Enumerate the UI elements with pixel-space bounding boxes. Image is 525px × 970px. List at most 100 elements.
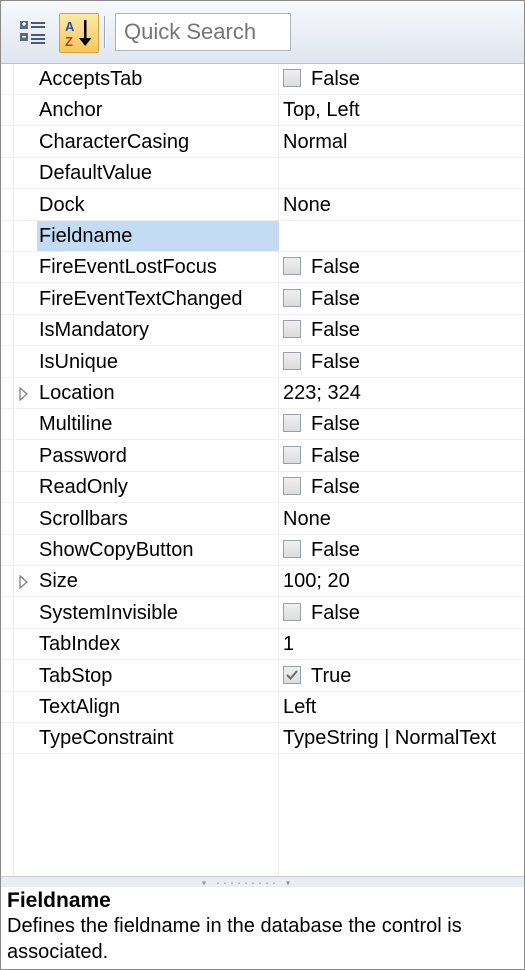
checkbox-unchecked-icon[interactable] bbox=[283, 352, 301, 370]
property-row[interactable]: DefaultValue bbox=[1, 158, 524, 189]
property-value[interactable]: False bbox=[283, 441, 360, 471]
property-value[interactable]: Top, Left bbox=[283, 95, 360, 125]
property-value[interactable]: 1 bbox=[283, 629, 294, 659]
property-name: Fieldname bbox=[37, 221, 279, 251]
property-row[interactable]: TabStop True bbox=[1, 661, 524, 692]
property-value[interactable]: False bbox=[283, 315, 360, 345]
property-name: Multiline bbox=[39, 413, 113, 435]
property-value[interactable]: None bbox=[283, 504, 331, 534]
property-value-text: False bbox=[311, 256, 360, 278]
property-row[interactable]: ReadOnly False bbox=[1, 472, 524, 503]
property-row[interactable]: Fieldname bbox=[1, 221, 524, 252]
property-value[interactable]: 100; 20 bbox=[283, 566, 350, 596]
property-name: DefaultValue bbox=[39, 162, 153, 184]
checkbox-unchecked-icon[interactable] bbox=[283, 257, 301, 275]
checkbox-unchecked-icon[interactable] bbox=[283, 69, 301, 87]
checkbox-unchecked-icon[interactable] bbox=[283, 414, 301, 432]
property-value[interactable]: TypeString | NormalText bbox=[283, 723, 496, 753]
checkbox-unchecked-icon[interactable] bbox=[283, 289, 301, 307]
property-value[interactable]: False bbox=[283, 347, 360, 377]
property-name: TextAlign bbox=[39, 696, 121, 718]
categorized-view-button[interactable] bbox=[13, 13, 53, 53]
property-grid-window: A Z AcceptsTab False Anchor Top, Left Charac… bbox=[0, 0, 525, 970]
property-value-text: False bbox=[311, 351, 360, 373]
property-name: FireEventTextChanged bbox=[39, 288, 243, 310]
property-row[interactable]: TextAlign Left bbox=[1, 692, 524, 723]
property-value[interactable]: True bbox=[283, 661, 351, 691]
property-value-text: False bbox=[311, 68, 360, 90]
property-row[interactable]: Scrollbars None bbox=[1, 504, 524, 535]
checkbox-unchecked-icon[interactable] bbox=[283, 320, 301, 338]
property-name: TypeConstraint bbox=[39, 727, 174, 749]
property-value-text: TypeString | NormalText bbox=[283, 727, 497, 749]
property-value[interactable]: False bbox=[283, 284, 360, 314]
svg-text:A: A bbox=[65, 19, 75, 34]
checkbox-unchecked-icon[interactable] bbox=[283, 540, 301, 558]
property-name: ReadOnly bbox=[39, 476, 128, 498]
property-row[interactable]: CharacterCasing Normal bbox=[1, 127, 524, 158]
alphabetical-view-button[interactable]: A Z bbox=[59, 13, 99, 53]
property-row[interactable]: Password False bbox=[1, 441, 524, 472]
property-name: IsUnique bbox=[39, 351, 118, 373]
property-row[interactable]: IsUnique False bbox=[1, 347, 524, 378]
svg-text:Z: Z bbox=[65, 34, 73, 49]
expand-arrow-icon[interactable] bbox=[19, 575, 29, 589]
checkbox-unchecked-icon[interactable] bbox=[283, 603, 301, 621]
property-value-text: True bbox=[311, 665, 352, 687]
property-value-text: False bbox=[311, 539, 360, 561]
property-name: TabIndex bbox=[39, 633, 121, 655]
sort-alphabetical-icon: A Z bbox=[65, 19, 92, 49]
property-row[interactable]: SystemInvisible False bbox=[1, 598, 524, 629]
property-value-text: 100; 20 bbox=[283, 570, 350, 592]
help-text: Defines the fieldname in the database th… bbox=[7, 915, 462, 963]
property-value-text: 1 bbox=[283, 633, 295, 655]
property-value[interactable]: Normal bbox=[283, 127, 347, 157]
property-value-text: None bbox=[283, 508, 331, 530]
property-value-text: False bbox=[311, 319, 360, 341]
property-value-text: False bbox=[311, 413, 360, 435]
quick-search-input[interactable] bbox=[115, 13, 291, 51]
toolbar-separator bbox=[104, 16, 106, 48]
property-name: Scrollbars bbox=[39, 508, 128, 530]
property-name: TabStop bbox=[39, 665, 113, 687]
property-value-text: False bbox=[311, 476, 360, 498]
property-value[interactable]: False bbox=[283, 64, 360, 94]
property-row[interactable]: Multiline False bbox=[1, 409, 524, 440]
property-value-text: Top, Left bbox=[283, 99, 360, 121]
property-value[interactable]: 223; 324 bbox=[283, 378, 361, 408]
checkbox-unchecked-icon[interactable] bbox=[283, 477, 301, 495]
property-value[interactable]: Left bbox=[283, 692, 316, 722]
property-value-text: 223; 324 bbox=[283, 382, 361, 404]
property-row[interactable]: ShowCopyButton False bbox=[1, 535, 524, 566]
checkbox-unchecked-icon[interactable] bbox=[283, 446, 301, 464]
property-row[interactable]: TypeConstraint TypeString | NormalText bbox=[1, 723, 524, 754]
property-row[interactable]: IsMandatory False bbox=[1, 315, 524, 346]
property-value[interactable]: False bbox=[283, 598, 360, 628]
help-splitter[interactable]: ▾ ········· ▾ bbox=[1, 876, 524, 890]
help-panel: Fieldname Defines the fieldname in the d… bbox=[1, 887, 524, 969]
help-title: Fieldname bbox=[7, 889, 111, 912]
property-row[interactable]: AcceptsTab False bbox=[1, 64, 524, 95]
property-name: Password bbox=[39, 445, 127, 467]
property-row[interactable]: Location 223; 324 bbox=[1, 378, 524, 409]
property-name: ShowCopyButton bbox=[39, 539, 194, 561]
checkbox-checked-icon[interactable] bbox=[283, 666, 301, 684]
property-value[interactable]: False bbox=[283, 535, 360, 565]
property-row[interactable]: Size 100; 20 bbox=[1, 566, 524, 597]
property-name: IsMandatory bbox=[39, 319, 150, 341]
property-value[interactable]: None bbox=[283, 190, 331, 220]
property-row[interactable]: FireEventTextChanged False bbox=[1, 284, 524, 315]
property-row[interactable]: Anchor Top, Left bbox=[1, 95, 524, 126]
property-value[interactable]: False bbox=[283, 252, 360, 282]
property-name: Location bbox=[39, 382, 115, 404]
categorized-icon bbox=[20, 21, 45, 44]
expand-arrow-icon[interactable] bbox=[19, 387, 29, 401]
property-value[interactable]: False bbox=[283, 472, 360, 502]
property-name: Dock bbox=[39, 194, 85, 216]
property-row[interactable]: Dock None bbox=[1, 190, 524, 221]
property-value[interactable]: False bbox=[283, 409, 360, 439]
property-row[interactable]: TabIndex 1 bbox=[1, 629, 524, 660]
property-row[interactable]: FireEventLostFocus False bbox=[1, 252, 524, 283]
property-value-text: False bbox=[311, 445, 360, 467]
property-name: AcceptsTab bbox=[39, 68, 143, 90]
